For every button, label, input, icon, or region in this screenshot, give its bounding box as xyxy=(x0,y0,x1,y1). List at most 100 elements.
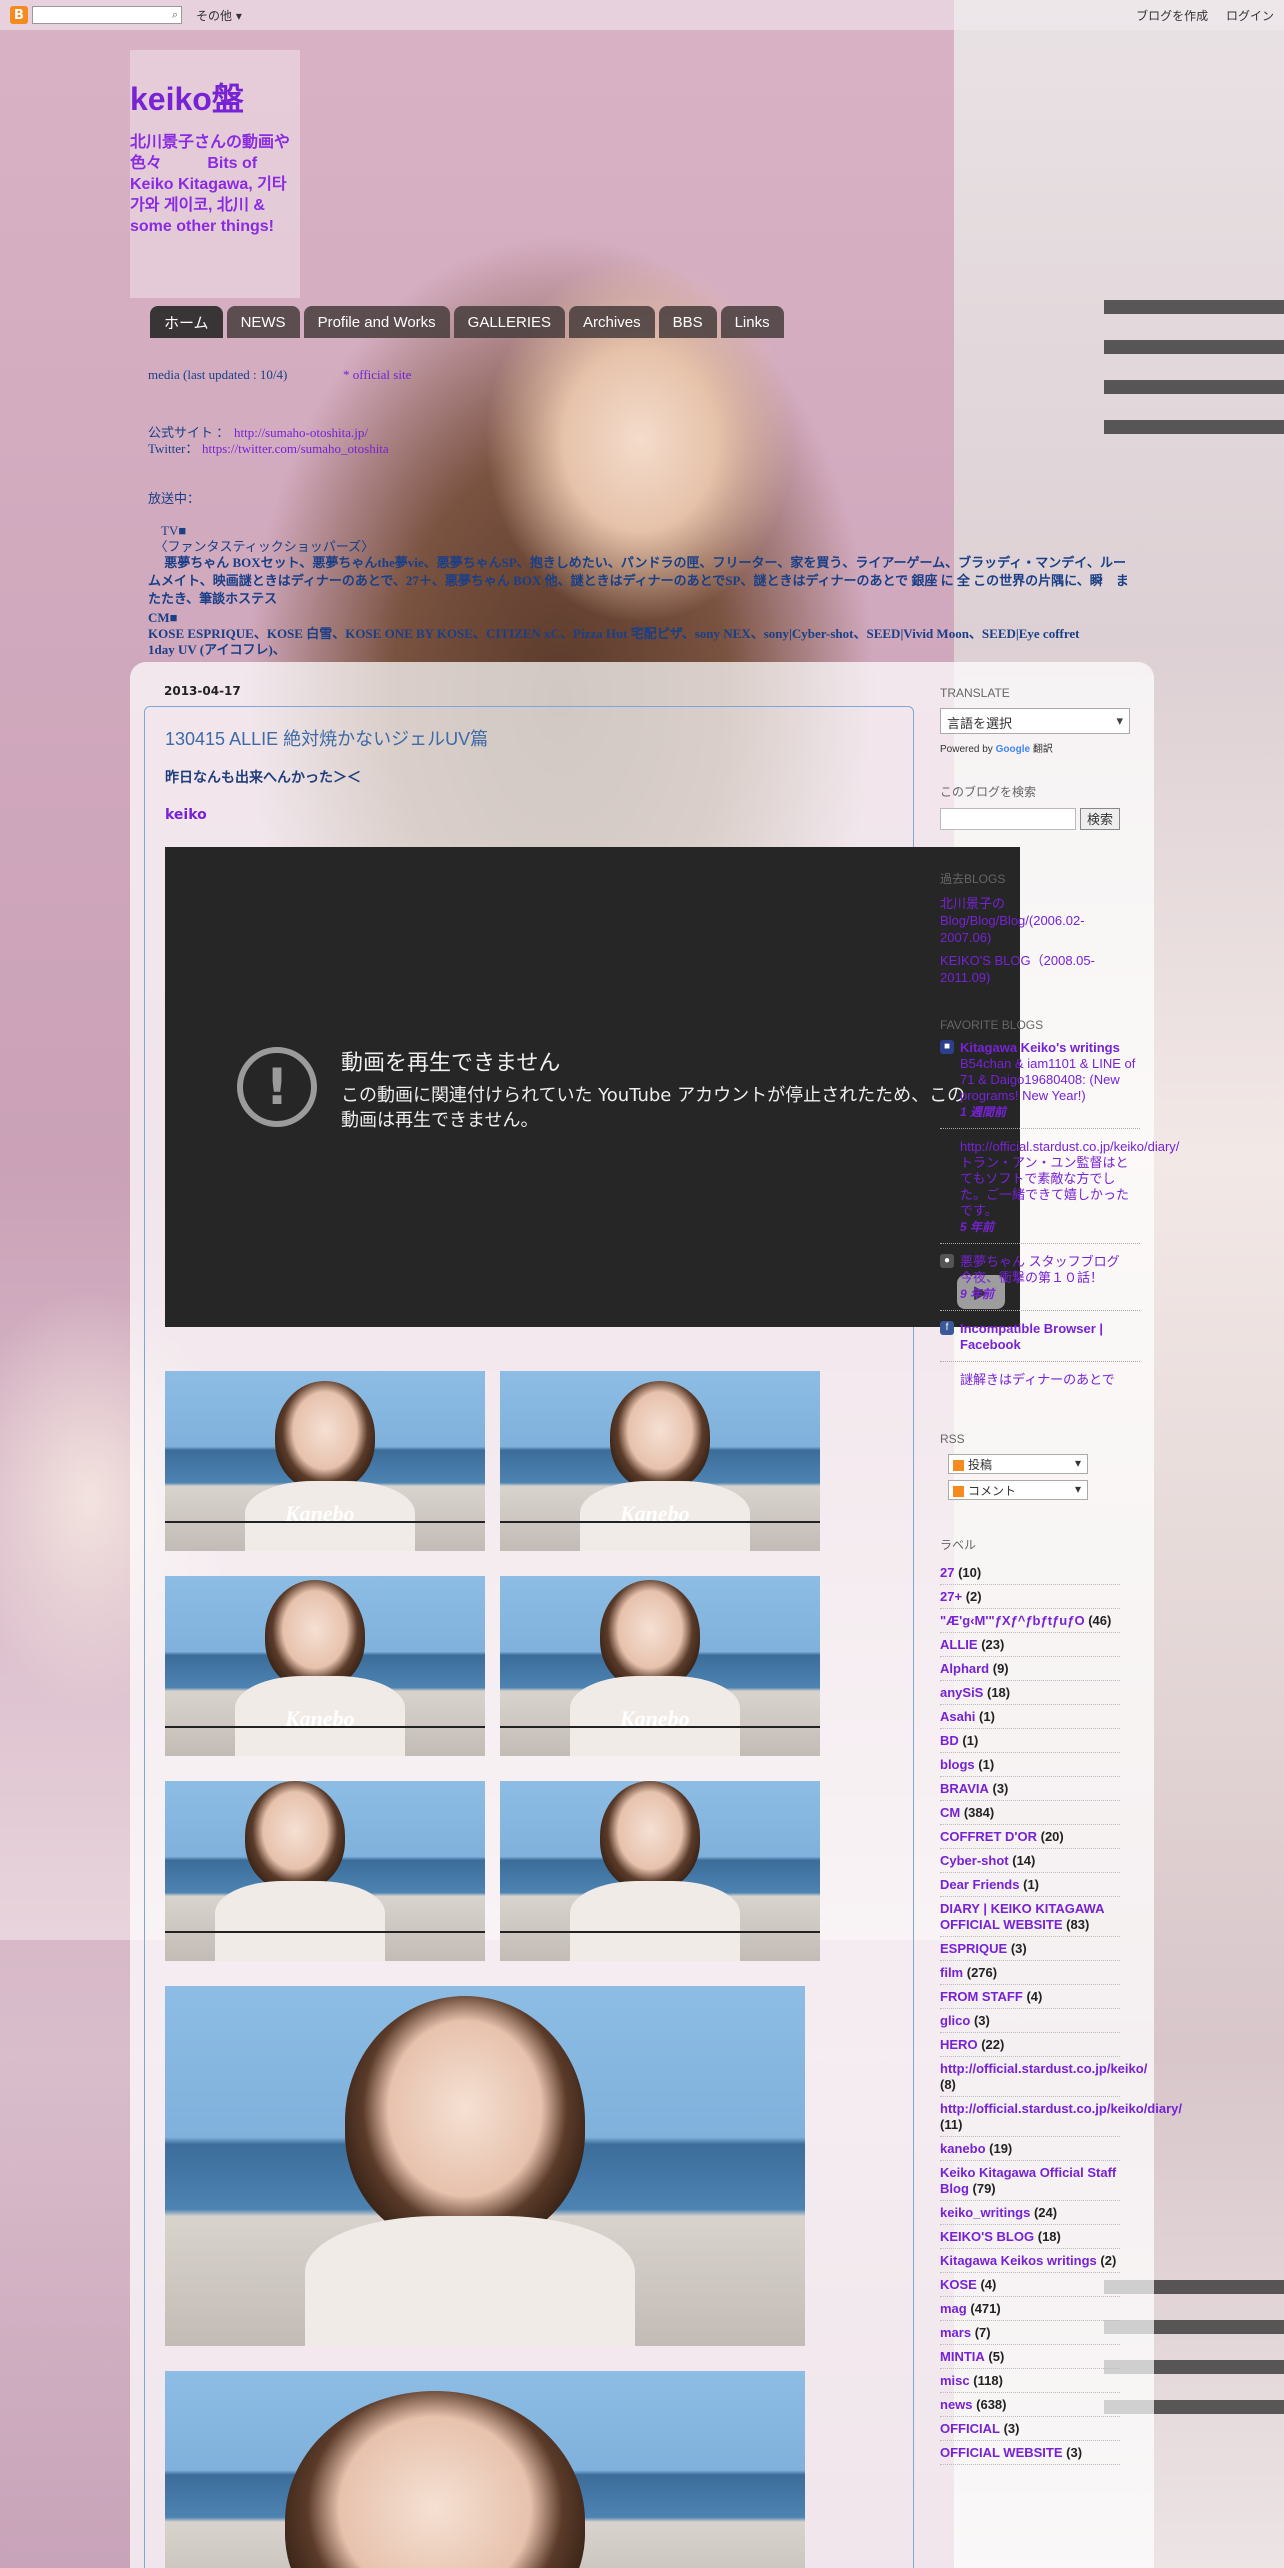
label-link[interactable]: anySiS xyxy=(940,1685,983,1700)
label-count: (3) xyxy=(1010,1941,1027,1956)
blog-favicon: ● xyxy=(940,1254,954,1268)
navbar-more-menu[interactable]: その他 ▾ xyxy=(196,7,242,24)
tab-news[interactable]: NEWS xyxy=(226,306,300,338)
post-image-1[interactable]: Kanebo xyxy=(165,1371,485,1551)
label-link[interactable]: mag xyxy=(940,2301,967,2316)
tv-works-list: 悪夢ちゃん BOXセット、悪夢ちゃんthe夢vie、悪夢ちゃんSP、抱きしめたい… xyxy=(148,555,1129,606)
label-link[interactable]: KEIKO'S BLOG xyxy=(940,2229,1034,2244)
tab-home[interactable]: ホーム xyxy=(150,306,223,338)
favorite-blog-snippet[interactable]: 今夜、衝撃の第１０話！ xyxy=(960,1270,1140,1286)
label-link[interactable]: http://official.stardust.co.jp/keiko/dia… xyxy=(940,2101,1182,2116)
label-link[interactable]: Kitagawa Keikos writings xyxy=(940,2253,1097,2268)
label-count: (1) xyxy=(979,1709,995,1724)
tab-links[interactable]: Links xyxy=(720,306,784,338)
post-title[interactable]: 130415 ALLIE 絶対焼かないジェルUV篇 xyxy=(165,725,488,751)
label-link[interactable]: CM xyxy=(940,1805,960,1820)
label-link[interactable]: Alphard xyxy=(940,1661,989,1676)
post-date: 2013-04-17 xyxy=(164,684,241,698)
label-link[interactable]: ESPRIQUE xyxy=(940,1941,1007,1956)
kanebo-logo: Kanebo xyxy=(620,1706,690,1731)
tab-galleries[interactable]: GALLERIES xyxy=(453,306,566,338)
post-subtitle: 昨日なんも出来へんかった＞＜ xyxy=(165,770,361,786)
favorite-blog-title[interactable]: Kitagawa Keiko's writings xyxy=(960,1040,1140,1056)
label-link[interactable]: KOSE xyxy=(940,2277,977,2292)
post-image-3[interactable]: Kanebo xyxy=(165,1576,485,1756)
favorite-blog-snippet[interactable]: B54chan & iam1101 & LINE of 71 & Daigo19… xyxy=(960,1056,1140,1104)
rss-icon xyxy=(953,1486,964,1498)
blog-description: 北川景子さんの動画や色々 Bits of Keiko Kitagawa, 기타가… xyxy=(130,134,291,235)
twitter-url[interactable]: https://twitter.com/sumaho_otoshita xyxy=(202,440,389,458)
label-item: ESPRIQUE (3) xyxy=(940,1937,1120,1961)
favorite-blog-snippet[interactable]: http://official.stardust.co.jp/keiko/dia… xyxy=(960,1139,1179,1219)
label-count: (46) xyxy=(1088,1613,1112,1628)
label-link[interactable]: http://official.stardust.co.jp/keiko/ xyxy=(940,2061,1147,2076)
cm-list: KOSE ESPRIQUE、KOSE 白雪、KOSE ONE BY KOSE、C… xyxy=(148,626,1080,641)
label-link[interactable]: blogs xyxy=(940,1757,975,1772)
create-blog-link[interactable]: ブログを作成 xyxy=(1136,9,1208,23)
label-link[interactable]: 27 xyxy=(940,1565,954,1580)
past-blog-link-2[interactable]: KEIKO'S BLOG（2008.05-2011.09) xyxy=(940,952,1120,986)
label-item: Dear Friends (1) xyxy=(940,1873,1120,1897)
post: 130415 ALLIE 絶対焼かないジェルUV篇 昨日なんも出来へんかった＞＜… xyxy=(144,706,1020,2568)
label-link[interactable]: 27+ xyxy=(940,1589,962,1604)
label-item: KOSE (4) xyxy=(940,2273,1120,2297)
navbar-search-input[interactable]: ⌕ xyxy=(32,6,182,24)
post-image-large-2[interactable] xyxy=(165,2371,805,2568)
label-link[interactable]: OFFICIAL WEBSITE xyxy=(940,2445,1063,2460)
label-link[interactable]: misc xyxy=(940,2373,970,2388)
rss-comments-dropdown[interactable]: コメント xyxy=(948,1480,1088,1500)
post-image-large-1[interactable] xyxy=(165,1986,805,2346)
login-link[interactable]: ログイン xyxy=(1226,9,1274,23)
label-link[interactable]: "Æ'g‹M'"ƒXƒ^ƒbƒtƒuƒO xyxy=(940,1613,1085,1628)
search-heading: このブログを検索 xyxy=(940,785,1037,799)
search-icon[interactable]: ⌕ xyxy=(172,8,178,22)
past-blog-link-1[interactable]: 北川景子のBlog/Blog/Blog/(2006.02-2007.06) xyxy=(940,895,1110,946)
label-count: (2) xyxy=(965,1589,982,1604)
label-link[interactable]: keiko_writings xyxy=(940,2205,1030,2220)
label-link[interactable]: Asahi xyxy=(940,1709,975,1724)
label-link[interactable]: glico xyxy=(940,2013,970,2028)
label-item: OFFICIAL WEBSITE (3) xyxy=(940,2441,1120,2465)
label-count: (3) xyxy=(1003,2421,1020,2436)
label-link[interactable]: BRAVIA xyxy=(940,1781,989,1796)
post-image-5[interactable] xyxy=(165,1781,485,1961)
youtube-video-player[interactable]: ! 動画を再生できません この動画に関連付けられていた YouTube アカウン… xyxy=(165,847,1020,1327)
label-count: (118) xyxy=(973,2373,1003,2388)
label-count: (14) xyxy=(1012,1853,1036,1868)
translate-link[interactable]: 翻訳 xyxy=(1033,744,1053,755)
tab-archives[interactable]: Archives xyxy=(569,306,655,338)
label-count: (8) xyxy=(940,2077,956,2092)
label-link[interactable]: ALLIE xyxy=(940,1637,978,1652)
favorite-blog-title[interactable]: Incompatible Browser | Facebook xyxy=(960,1321,1140,1353)
label-item: anySiS (18) xyxy=(940,1681,1120,1705)
label-link[interactable]: BD xyxy=(940,1733,959,1748)
blog-search-input[interactable] xyxy=(940,808,1076,830)
post-image-6[interactable] xyxy=(500,1781,820,1961)
label-link[interactable]: Cyber-shot xyxy=(940,1853,1009,1868)
label-link[interactable]: FROM STAFF xyxy=(940,1989,1023,2004)
tab-bbs[interactable]: BBS xyxy=(658,306,717,338)
tab-profile-and-works[interactable]: Profile and Works xyxy=(303,306,450,338)
label-link[interactable]: news xyxy=(940,2397,973,2412)
post-image-4[interactable]: Kanebo xyxy=(500,1576,820,1756)
label-count: (22) xyxy=(981,2037,1005,2052)
blogger-icon[interactable]: B xyxy=(10,6,28,24)
label-link[interactable]: mars xyxy=(940,2325,971,2340)
label-link[interactable]: kanebo xyxy=(940,2141,986,2156)
favorite-blog-title[interactable]: 悪夢ちゃん スタッフブログ xyxy=(960,1254,1140,1270)
label-link[interactable]: COFFRET D'OR xyxy=(940,1829,1037,1844)
blog-title[interactable]: keiko盤 xyxy=(130,74,244,120)
rss-posts-dropdown[interactable]: 投稿 xyxy=(948,1454,1088,1474)
blog-search-button[interactable]: 検索 xyxy=(1080,808,1121,830)
post-author[interactable]: keiko xyxy=(165,807,207,823)
post-image-2[interactable]: Kanebo xyxy=(500,1371,820,1551)
label-link[interactable]: Dear Friends xyxy=(940,1877,1019,1892)
official-site-link[interactable]: * official site xyxy=(343,366,411,384)
label-link[interactable]: film xyxy=(940,1965,963,1980)
label-link[interactable]: HERO xyxy=(940,2037,978,2052)
favorite-blog-snippet[interactable]: 謎解きはディナーのあとで xyxy=(960,1372,1140,1388)
language-select[interactable]: 言語を選択 xyxy=(940,708,1130,734)
label-link[interactable]: OFFICIAL xyxy=(940,2421,1000,2436)
label-link[interactable]: MINTIA xyxy=(940,2349,985,2364)
label-link[interactable]: Keiko Kitagawa Official Staff Blog xyxy=(940,2165,1116,2196)
